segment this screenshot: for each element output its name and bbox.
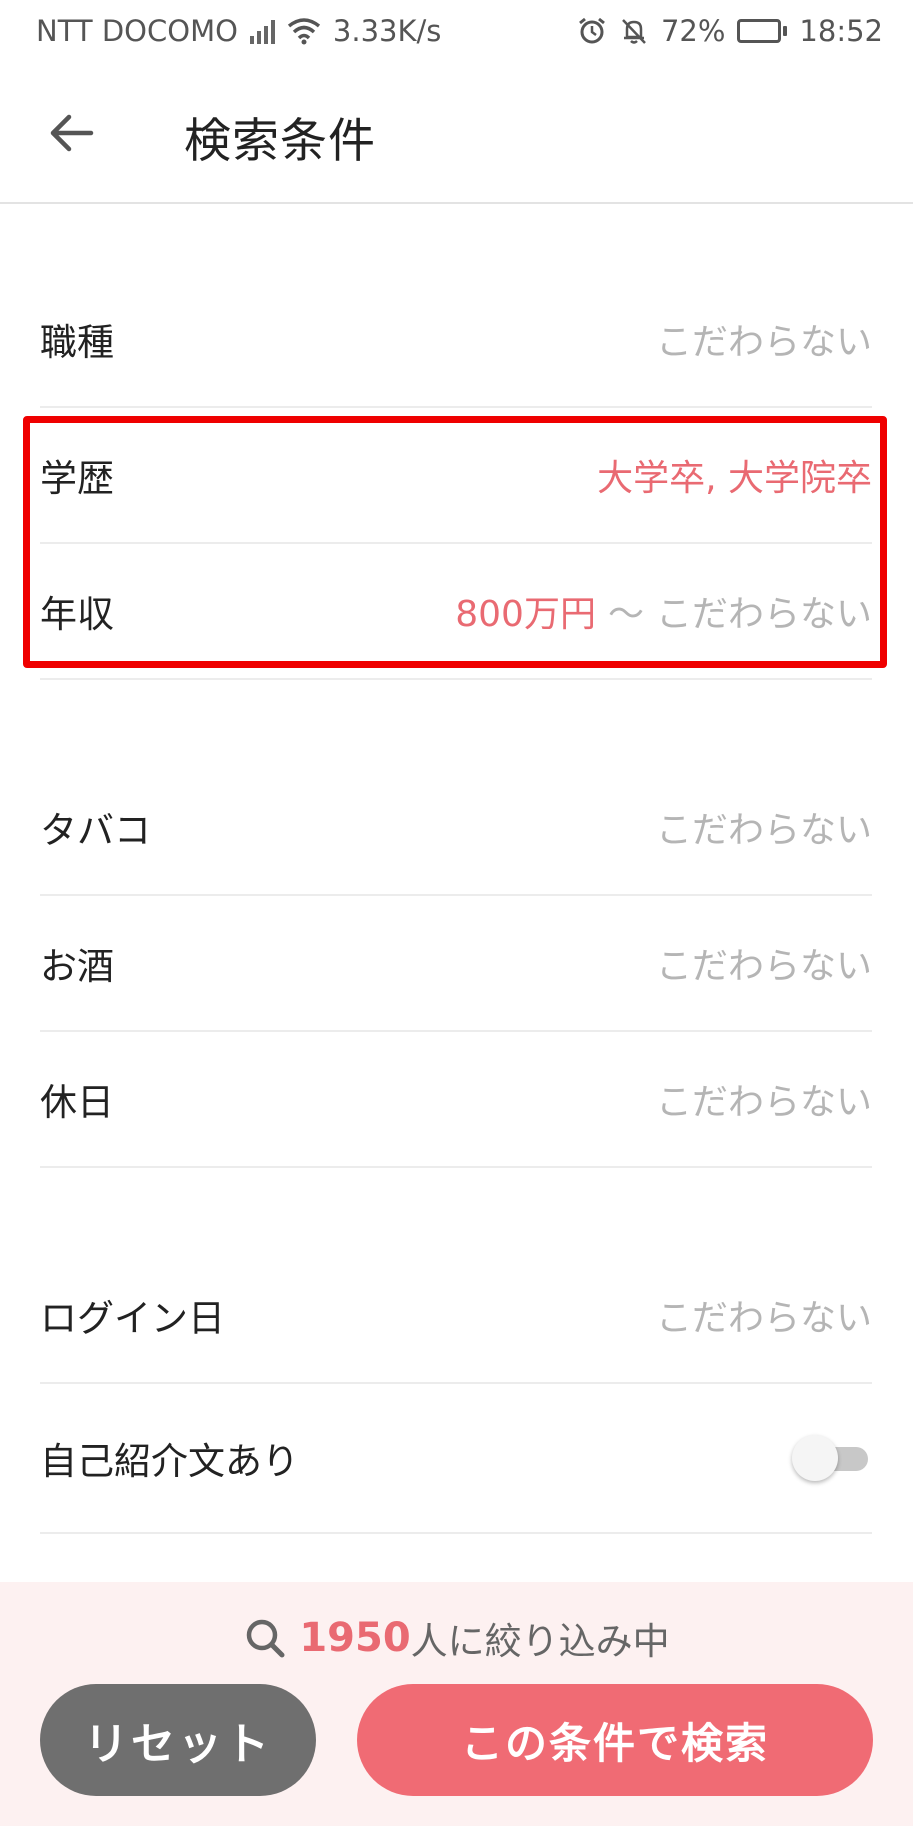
row-value: 800万円 〜 こだわらない — [455, 585, 872, 637]
condition-row-holiday[interactable]: 休日 こだわらない — [40, 1032, 872, 1168]
income-min: 800万円 — [455, 594, 596, 635]
condition-row-education[interactable]: 学歴 大学卒, 大学院卒 — [40, 408, 872, 544]
bell-muted-icon — [622, 19, 646, 44]
battery-percent: 72% — [660, 14, 726, 48]
income-max: こだわらない — [655, 594, 872, 635]
alarm-icon — [579, 17, 605, 44]
result-count-line: 1950 人に絞り込み中 — [0, 1608, 913, 1668]
row-label: 自己紹介文あり — [40, 1440, 299, 1483]
wifi-icon — [287, 18, 321, 45]
self-intro-toggle[interactable] — [792, 1435, 872, 1481]
result-count-suffix: 人に絞り込み中 — [410, 1620, 670, 1663]
carrier-name: NTT DOCOMO — [36, 14, 238, 48]
battery-icon — [737, 19, 788, 43]
condition-row-alcohol[interactable]: お酒 こだわらない — [40, 896, 872, 1032]
row-label: 学歴 — [40, 457, 114, 500]
reset-button[interactable]: リセット — [40, 1684, 316, 1796]
row-value: こだわらない — [655, 1082, 872, 1123]
signal-icon — [249, 18, 275, 44]
status-left: NTT DOCOMO 3.33K/s — [36, 14, 441, 48]
app-header: 検索条件 — [0, 62, 913, 204]
row-label: ログイン日 — [40, 1297, 225, 1340]
condition-row-job[interactable]: 職種 こだわらない — [40, 272, 872, 408]
status-right: 72% 18:52 — [577, 14, 883, 48]
page-title: 検索条件 — [184, 114, 376, 169]
condition-row-income[interactable]: 年収 800万円 〜 こだわらない — [40, 544, 872, 680]
row-label: 職種 — [40, 321, 114, 364]
network-speed: 3.33K/s — [332, 14, 442, 48]
row-label: タバコ — [40, 809, 151, 852]
arrow-left-icon — [50, 114, 94, 152]
row-label: お酒 — [40, 945, 114, 988]
row-value: こだわらない — [655, 810, 872, 851]
clock: 18:52 — [799, 14, 883, 48]
result-count: 1950 — [299, 1615, 411, 1661]
row-value: こだわらない — [655, 322, 872, 363]
back-button[interactable] — [44, 106, 98, 160]
row-value: こだわらない — [655, 946, 872, 987]
row-value: こだわらない — [655, 1298, 872, 1339]
row-value: 大学卒, 大学院卒 — [597, 458, 872, 499]
toggle-knob — [792, 1435, 838, 1481]
condition-row-self-intro: 自己紹介文あり — [40, 1384, 872, 1534]
row-label: 休日 — [40, 1081, 114, 1124]
condition-row-tobacco[interactable]: タバコ こだわらない — [40, 760, 872, 896]
search-submit-button[interactable]: この条件で検索 — [357, 1684, 873, 1796]
bottom-panel: 1950 人に絞り込み中 リセット この条件で検索 — [0, 1582, 913, 1826]
status-bar: NTT DOCOMO 3.33K/s 72% 18:52 — [0, 0, 913, 62]
search-icon — [247, 1619, 285, 1658]
condition-row-login[interactable]: ログイン日 こだわらない — [40, 1248, 872, 1384]
row-label: 年収 — [40, 593, 114, 636]
income-separator: 〜 — [607, 594, 644, 635]
